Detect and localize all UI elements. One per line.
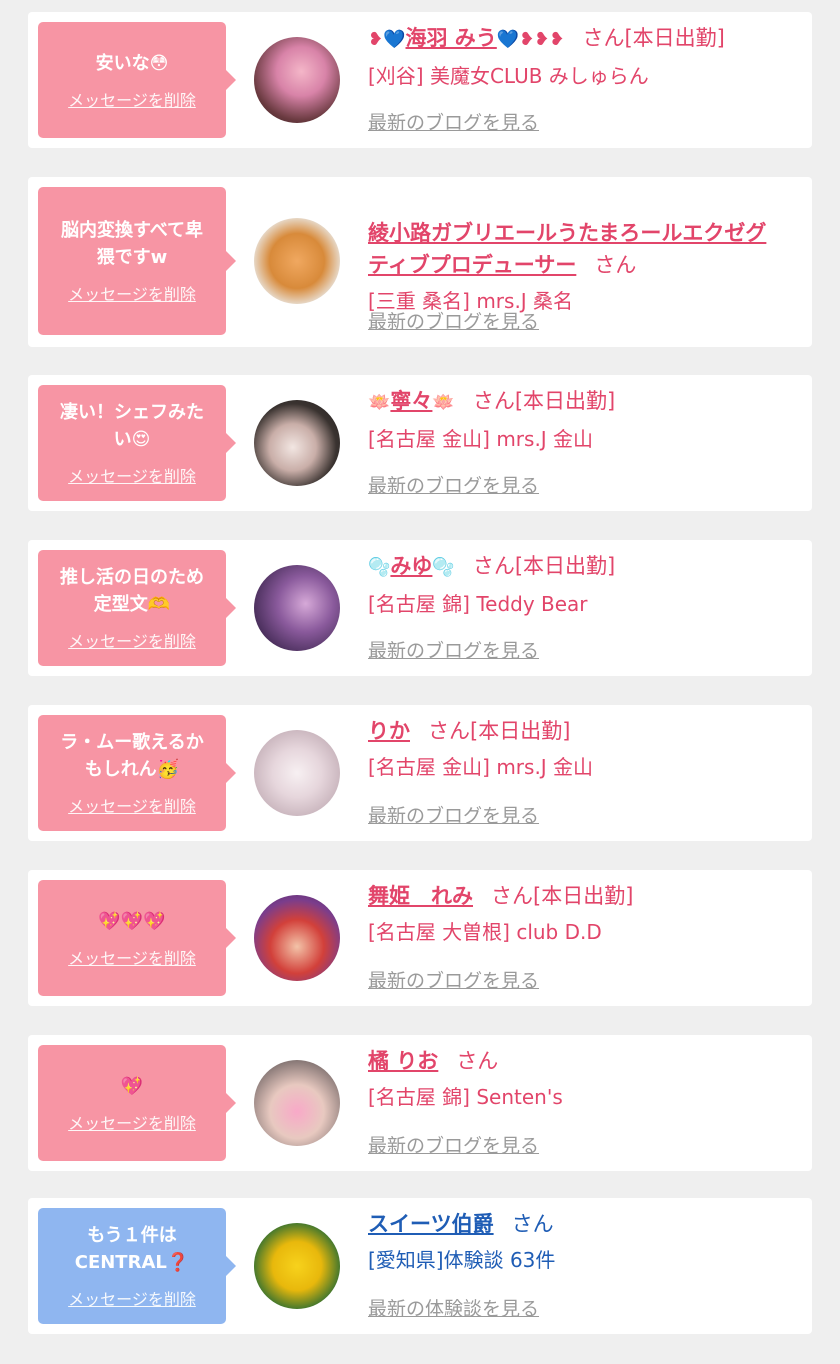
profile-name-link[interactable]: 綾小路ガブリエールうたまろールエクゼグ ティブプロデューサー (368, 221, 766, 277)
latest-blog-link[interactable]: 最新のブログを見る (368, 471, 539, 498)
name-suffix: 💙❥❥❥ (496, 29, 565, 50)
delete-message-link[interactable]: メッセージを削除 (68, 281, 196, 305)
message-card: もう１件は CENTRAL❓ メッセージを削除 スイーツ伯爵 さん [愛知県]体験… (28, 1198, 812, 1334)
profile-info: 橘 りお さん [名古屋 錦] Senten's 最新のブログを見る (368, 1045, 798, 1161)
delete-message-link[interactable]: メッセージを削除 (68, 1110, 196, 1134)
san-label: さん[本日出勤] (491, 884, 634, 908)
avatar[interactable] (254, 218, 340, 304)
message-text: 脳内変換すべて卑 猥ですw (60, 220, 204, 268)
san-label: さん[本日出勤] (472, 389, 616, 413)
profile-name-link[interactable]: スイーツ伯爵 (368, 1212, 494, 1236)
name-line: 綾小路ガブリエールうたまろールエクゼグ ティブプロデューサー さん (368, 185, 798, 281)
shop-label: [名古屋 大曽根] club D.D (368, 920, 602, 944)
latest-blog-link[interactable]: 最新のブログを見る (368, 801, 539, 828)
delete-message-link[interactable]: メッセージを削除 (68, 793, 196, 817)
message-card: 推し活の日のため 定型文🫶 メッセージを削除 🫧みゆ🫧 さん[本日出勤] [名古屋… (28, 540, 812, 676)
message-bubble: 脳内変換すべて卑 猥ですw メッセージを削除 (38, 187, 236, 335)
shop-label: [名古屋 金山] mrs.J 金山 (368, 427, 594, 451)
name-line: りか さん[本日出勤] (368, 715, 798, 747)
avatar[interactable] (254, 37, 340, 123)
avatar[interactable] (254, 565, 340, 651)
name-line: 🪷寧々🪷 さん[本日出勤] (368, 385, 798, 419)
profile-info: 綾小路ガブリエールうたまろールエクゼグ ティブプロデューサー さん [三重 桑名]… (368, 185, 798, 335)
san-label: さん (511, 1212, 554, 1236)
name-line: ❥💙海羽 みう💙❥❥❥ さん[本日出勤] (368, 22, 798, 56)
message-bubble: もう１件は CENTRAL❓ メッセージを削除 (38, 1208, 236, 1324)
message-bubble: 推し活の日のため 定型文🫶 メッセージを削除 (38, 550, 236, 666)
message-bubble: 💖 メッセージを削除 (38, 1045, 236, 1161)
profile-info: 舞姫 れみ さん[本日出勤] [名古屋 大曽根] club D.D 最新のブログを… (368, 880, 798, 996)
name-suffix: 🪷 (432, 392, 455, 413)
name-suffix: 🫧 (432, 557, 455, 578)
delete-message-link[interactable]: メッセージを削除 (68, 87, 196, 111)
message-card: 安いな😳 メッセージを削除 ❥💙海羽 みう💙❥❥❥ さん[本日出勤] [刈谷] 美… (28, 12, 812, 148)
san-label: さん (456, 1049, 499, 1073)
latest-blog-link[interactable]: 最新のブログを見る (368, 108, 539, 135)
message-card: 💖 メッセージを削除 橘 りお さん [名古屋 錦] Senten's 最新のブロ… (28, 1035, 812, 1171)
avatar[interactable] (254, 400, 340, 486)
message-card: 凄い！シェフみた い😍 メッセージを削除 🪷寧々🪷 さん[本日出勤] [名古屋 金… (28, 375, 812, 511)
shop-label: [名古屋 金山] mrs.J 金山 (368, 755, 594, 779)
message-bubble: ラ・ムー歌えるか もしれん🥳 メッセージを削除 (38, 715, 236, 831)
avatar[interactable] (254, 730, 340, 816)
profile-info: 🫧みゆ🫧 さん[本日出勤] [名古屋 錦] Teddy Bear 最新のブログを見… (368, 550, 798, 666)
message-text: 💖 (120, 1075, 144, 1097)
latest-blog-link[interactable]: 最新のブログを見る (368, 966, 539, 993)
message-card: 脳内変換すべて卑 猥ですw メッセージを削除 綾小路ガブリエールうたまろールエク… (28, 177, 812, 347)
shop-label: [名古屋 錦] Senten's (368, 1085, 563, 1109)
san-label: さん[本日出勤] (472, 554, 616, 578)
delete-message-link[interactable]: メッセージを削除 (68, 628, 196, 652)
message-text: ラ・ムー歌えるか もしれん🥳 (60, 732, 204, 780)
san-label: さん (594, 253, 637, 277)
avatar[interactable] (254, 1223, 340, 1309)
message-card: ラ・ムー歌えるか もしれん🥳 メッセージを削除 りか さん[本日出勤] [名古屋 … (28, 705, 812, 841)
message-text: 安いな😳 (95, 52, 169, 74)
profile-name-link[interactable]: 海羽 みう (406, 26, 497, 50)
profile-name-link[interactable]: 寧々 (390, 389, 432, 413)
san-label: さん[本日出勤] (582, 26, 725, 50)
profile-info: 🪷寧々🪷 さん[本日出勤] [名古屋 金山] mrs.J 金山 最新のブログを見る (368, 385, 798, 501)
shop-label: [刈谷] 美魔女CLUB みしゅらん (368, 64, 649, 88)
profile-name-link[interactable]: りか (368, 719, 410, 743)
profile-name-link[interactable]: 舞姫 れみ (368, 884, 473, 908)
message-text: もう１件は CENTRAL❓ (74, 1225, 190, 1273)
message-text: 推し活の日のため 定型文🫶 (60, 567, 204, 615)
shop-label: [愛知県]体験談 63件 (368, 1248, 556, 1272)
latest-review-link[interactable]: 最新の体験談を見る (368, 1294, 539, 1321)
message-text: 💖💖💖 (98, 910, 166, 932)
message-text: 凄い！シェフみた い😍 (60, 402, 204, 450)
delete-message-link[interactable]: メッセージを削除 (68, 1286, 196, 1310)
name-prefix: ❥💙 (368, 29, 406, 50)
message-bubble: 安いな😳 メッセージを削除 (38, 22, 236, 138)
message-card: 💖💖💖 メッセージを削除 舞姫 れみ さん[本日出勤] [名古屋 大曽根] clu… (28, 870, 812, 1006)
latest-blog-link[interactable]: 最新のブログを見る (368, 636, 539, 663)
avatar[interactable] (254, 1060, 340, 1146)
profile-info: スイーツ伯爵 さん [愛知県]体験談 63件 最新の体験談を見る (368, 1208, 798, 1324)
avatar[interactable] (254, 895, 340, 981)
shop-label: [名古屋 錦] Teddy Bear (368, 592, 588, 616)
san-label: さん[本日出勤] (428, 719, 571, 743)
profile-name-link[interactable]: 橘 りお (368, 1049, 438, 1073)
name-prefix: 🪷 (368, 392, 391, 413)
profile-info: ❥💙海羽 みう💙❥❥❥ さん[本日出勤] [刈谷] 美魔女CLUB みしゅらん 最… (368, 22, 798, 138)
latest-blog-link[interactable]: 最新のブログを見る (368, 1131, 539, 1158)
profile-info: りか さん[本日出勤] [名古屋 金山] mrs.J 金山 最新のブログを見る (368, 715, 798, 831)
name-line: 舞姫 れみ さん[本日出勤] (368, 880, 798, 912)
message-bubble: 凄い！シェフみた い😍 メッセージを削除 (38, 385, 236, 501)
delete-message-link[interactable]: メッセージを削除 (68, 945, 196, 969)
name-line: スイーツ伯爵 さん (368, 1208, 798, 1240)
message-bubble: 💖💖💖 メッセージを削除 (38, 880, 236, 996)
name-line: 🫧みゆ🫧 さん[本日出勤] (368, 550, 798, 584)
delete-message-link[interactable]: メッセージを削除 (68, 463, 196, 487)
latest-blog-link[interactable]: 最新のブログを見る (368, 307, 539, 334)
name-line: 橘 りお さん (368, 1045, 798, 1077)
profile-name-link[interactable]: みゆ (390, 554, 432, 578)
name-prefix: 🫧 (368, 557, 391, 578)
